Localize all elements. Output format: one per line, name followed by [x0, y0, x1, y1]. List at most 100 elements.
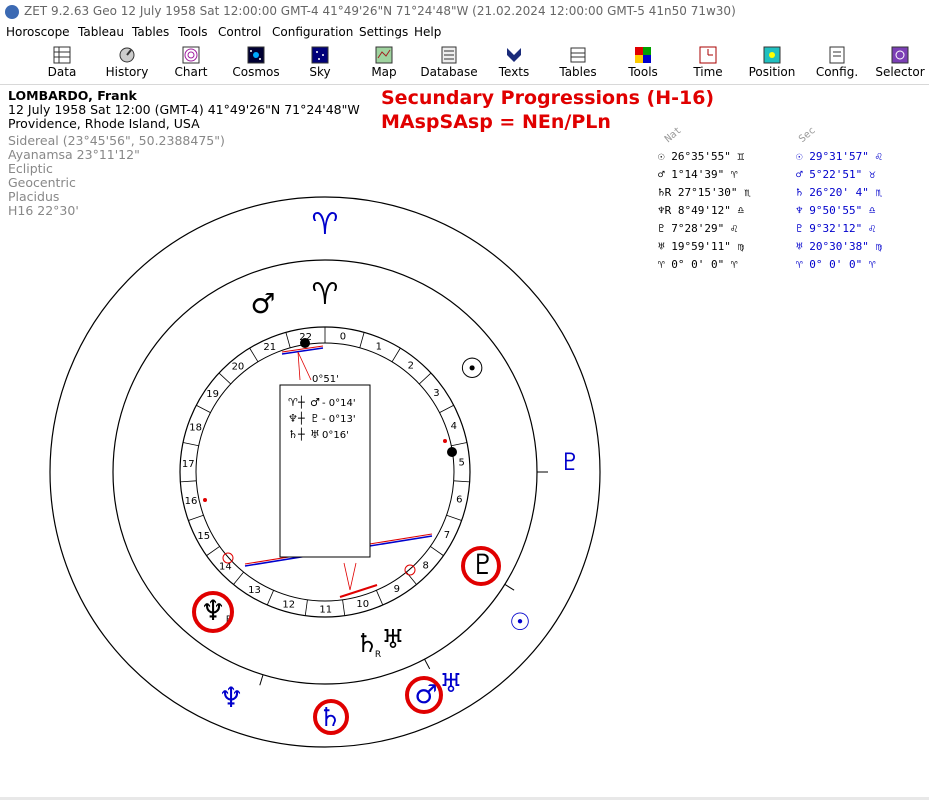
- house-cusp: [419, 372, 432, 385]
- history-icon: [119, 47, 135, 63]
- toolbar-config-button[interactable]: Config.: [805, 43, 869, 83]
- toolbar-map-button[interactable]: Map: [352, 43, 416, 83]
- house-number: 3: [433, 388, 439, 399]
- natal-position: ☉ 26°35'55" ♊: [658, 150, 745, 163]
- legend-orb: - 0°13': [322, 414, 356, 425]
- house-number: 18: [189, 422, 202, 433]
- house-number: 16: [185, 496, 198, 507]
- toolbar-time-label: Time: [693, 65, 723, 79]
- menu-configuration[interactable]: Configuration: [272, 25, 353, 39]
- house-number: 20: [232, 362, 245, 373]
- toolbar-tables-button[interactable]: Tables: [546, 43, 610, 83]
- toolbar-texts-button[interactable]: Texts: [482, 43, 546, 83]
- toolbar-tools-button[interactable]: Tools: [611, 43, 675, 83]
- toolbar-sky-button[interactable]: Sky: [288, 43, 352, 83]
- config-icon: [829, 46, 845, 64]
- red-marker: [443, 439, 447, 443]
- red-marker: [203, 498, 207, 502]
- house-number: 0: [340, 332, 346, 343]
- window-title: ZET 9.2.63 Geo 12 July 1958 Sat 12:00:00…: [24, 4, 736, 18]
- house-number: 5: [458, 457, 464, 468]
- arc-label: 0°51': [312, 374, 339, 385]
- person-name: LOMBARDO, Frank: [8, 88, 137, 103]
- selector-icon: [891, 46, 909, 64]
- midpoint-line: [343, 562, 351, 591]
- house-number: 8: [422, 560, 428, 571]
- menu-control[interactable]: Control: [218, 25, 261, 39]
- toolbar-database-label: Database: [420, 65, 478, 79]
- house-cusp: [218, 372, 231, 385]
- title-bar: ZET 9.2.63 Geo 12 July 1958 Sat 12:00:00…: [0, 0, 929, 23]
- toolbar-database-button[interactable]: Database: [417, 43, 481, 83]
- aspect-legend-box: [279, 384, 371, 558]
- house-cusp: [451, 442, 468, 447]
- menu-settings[interactable]: Settings: [359, 25, 408, 39]
- birth-date-line: 12 July 1958 Sat 12:00 (GMT-4) 41°49'26"…: [8, 102, 360, 117]
- house-number: 4: [451, 421, 457, 432]
- house-cusp: [206, 546, 220, 556]
- toolbar-config-label: Config.: [815, 65, 859, 79]
- house-cusp: [342, 599, 346, 616]
- secondary-position: ☉ 29°31'57" ♌: [796, 150, 883, 163]
- progressed-tick: [504, 583, 515, 591]
- progressed-tick: [259, 674, 264, 686]
- house-number: 7: [444, 530, 450, 541]
- pluto-dot: [404, 564, 416, 576]
- toolbar-cosmos-button[interactable]: Cosmos: [224, 43, 288, 83]
- toolbar-time-button[interactable]: Time: [676, 43, 740, 83]
- position-icon: [763, 46, 781, 64]
- toolbar-position-label: Position: [748, 65, 796, 79]
- cosmos-icon: [247, 46, 265, 64]
- mars-dot: [300, 338, 310, 348]
- house-cusp: [391, 347, 401, 362]
- toolbar-history-label: History: [105, 65, 149, 79]
- house-cusp: [453, 480, 470, 483]
- house-cusp: [430, 546, 444, 556]
- toolbar-selector-button[interactable]: Selector: [868, 43, 929, 83]
- toolbar-tools-label: Tools: [628, 65, 658, 79]
- house-cusp: [406, 571, 417, 585]
- legend-bar: ┼: [297, 395, 305, 409]
- house-number: 10: [356, 599, 369, 610]
- menu-horoscope[interactable]: Horoscope: [6, 25, 70, 39]
- toolbar-chart-button[interactable]: Chart: [159, 43, 223, 83]
- house-number: 17: [182, 459, 195, 470]
- menu-tableau[interactable]: Tableau: [78, 25, 124, 39]
- toolbar-history-button[interactable]: History: [95, 43, 159, 83]
- legend-orb: 0°16': [322, 430, 349, 441]
- house-number: 13: [248, 585, 261, 596]
- house-cusp: [304, 599, 308, 616]
- chart-wheel: 012345678910111213141516171819202122♈♈♂☉…: [49, 196, 601, 748]
- legend-bar: ┼: [297, 427, 305, 441]
- house-cusp: [182, 442, 199, 447]
- legend-left-glyph: ♆: [288, 412, 298, 425]
- pluto-progressed-glyph: ♇: [559, 448, 581, 476]
- house-number: 6: [456, 495, 462, 506]
- toolbar-data-button[interactable]: Data: [30, 43, 94, 83]
- legend-right-glyph: ♇: [310, 412, 320, 425]
- annotation-headline: Secundary Progressions (H-16) MAspSAsp =…: [381, 86, 714, 134]
- menu-help[interactable]: Help: [414, 25, 441, 39]
- progressed-tick: [424, 658, 431, 670]
- house-cusp: [188, 514, 204, 521]
- birth-place: Providence, Rhode Island, USA: [8, 116, 200, 131]
- house-number: 15: [197, 531, 210, 542]
- menu-tools[interactable]: Tools: [178, 25, 208, 39]
- menu-tables[interactable]: Tables: [132, 25, 169, 39]
- house-cusp: [233, 571, 244, 585]
- header-secondary: Sec: [796, 124, 818, 145]
- house-number: 9: [394, 584, 400, 595]
- house-number: 14: [219, 562, 232, 573]
- house-number: 19: [206, 389, 219, 400]
- toolbar-position-button[interactable]: Position: [740, 43, 804, 83]
- legend-orb: - 0°14': [322, 398, 356, 409]
- toolbar-selector-label: Selector: [875, 65, 925, 79]
- data-icon: [53, 46, 71, 64]
- chart-icon: [182, 46, 200, 64]
- legend-left-glyph: ♄: [288, 428, 298, 441]
- mars-natal-glyph: ♂: [250, 287, 275, 320]
- tools-icon: [635, 47, 651, 63]
- house-number: 12: [282, 600, 295, 611]
- neptune-progressed-glyph: ♆: [218, 681, 243, 714]
- toolbar-chart-label: Chart: [174, 65, 208, 79]
